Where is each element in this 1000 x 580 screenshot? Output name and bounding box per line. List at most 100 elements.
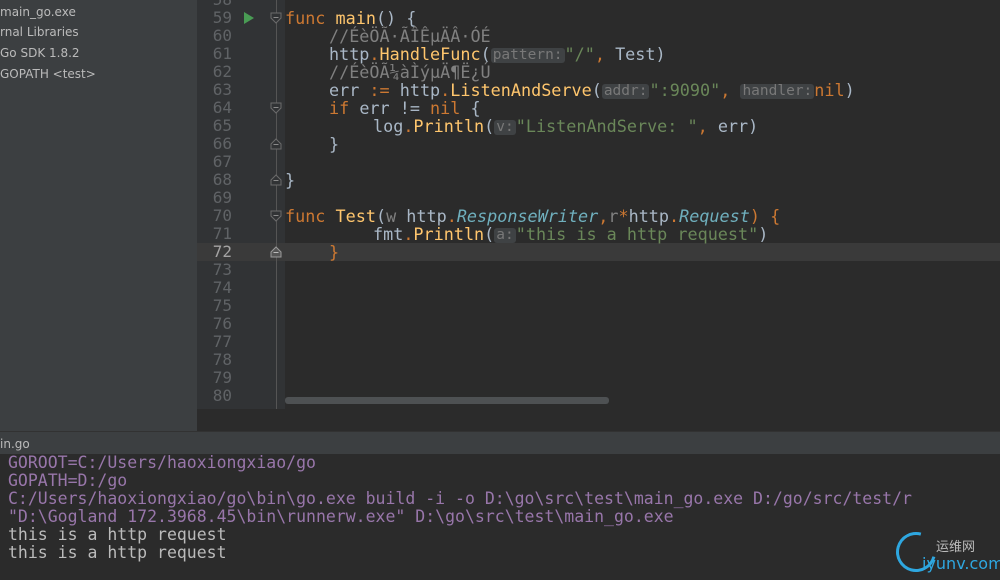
paren: ( [591,80,602,100]
line-number: 69 [212,188,232,207]
line-number: 67 [212,152,232,171]
tree-item-external-libraries[interactable]: rnal Libraries [0,22,79,43]
keyword: nil [814,80,845,100]
package-ref: fmt [373,224,404,244]
code-line-62[interactable]: //ÉèÖÃ¼àÌýµÄ¶Ë¿Ú [329,63,491,81]
fold-open-icon[interactable] [270,210,282,222]
function-name: main [335,8,376,28]
code-line-68[interactable]: } [285,171,295,189]
code-line-65[interactable]: log.Println(v: "ListenAndServe: ", err) [373,117,758,135]
keyword: nil [430,98,461,118]
console-line: C:/Users/haoxiongxiao/go\bin\go.exe buil… [8,489,912,508]
run-console[interactable]: GOROOT=C:/Users/haoxiongxiao/go GOPATH=D… [0,455,1000,580]
line-number: 61 [212,44,232,63]
paren: ) [758,224,769,244]
fold-open-icon[interactable] [270,102,282,114]
line-number: 74 [212,278,232,297]
line-number: 66 [212,134,232,153]
fold-close-icon[interactable] [270,138,282,150]
console-line: GOPATH=D:/go [8,471,128,490]
line-number: 63 [212,80,232,99]
paren: ) [844,80,855,100]
keyword: if [329,98,350,118]
type-name: Request [679,206,750,226]
line-number: 59 [212,8,232,27]
parameter-hint: v: [494,119,516,135]
function-call: HandleFunc [379,44,481,64]
tree-item-main-go-exe[interactable]: main_go.exe [0,2,76,23]
horizontal-scrollbar[interactable] [285,397,609,404]
parameter-unused: r [608,206,619,226]
project-panel: main_go.exe rnal Libraries Go SDK 1.8.2 … [0,0,197,431]
separator: , [594,44,616,64]
run-tab-label[interactable]: in.go [0,437,30,451]
line-number: 64 [212,98,232,117]
line-number: 68 [212,170,232,189]
type-name: ResponseWriter [456,206,599,226]
line-number: 65 [212,116,232,135]
fold-close-icon[interactable] [270,174,282,186]
paren: ( [375,206,387,226]
string-literal: "this is a http request" [515,224,759,244]
dot: . [446,206,457,226]
package-ref: http [628,206,670,226]
code-line-61[interactable]: http.HandleFunc(pattern: "/", Test) [329,45,666,63]
code-line-63[interactable]: err := http.ListenAndServe(addr: ":9090",… [329,81,855,99]
code-line-72[interactable]: } [329,243,339,261]
site-watermark: 运维网 iyunv.com [888,524,1000,580]
line-number: 80 [212,386,232,405]
paren: ) [655,44,666,64]
caret-line-highlight [197,243,1000,261]
line-number: 76 [212,314,232,333]
keyword: func [285,8,326,28]
parameter-hint: pattern: [490,47,565,63]
code-text: } [329,134,340,154]
fold-open-icon[interactable] [270,12,282,24]
code-line-59[interactable]: func main() { [285,9,416,27]
separator: , [697,116,718,136]
code-line-70[interactable]: func Test(w http.ResponseWriter,r*http.R… [285,207,780,225]
line-number: 71 [212,224,232,243]
function-call: ListenAndServe [450,80,592,100]
dot: . [369,44,380,64]
operator: := [359,80,400,100]
package-ref: http [399,80,441,100]
line-number: 75 [212,296,232,315]
operator: * [618,206,629,226]
code-line-60[interactable]: //ÉèÖÃ·ÃÎÊµÄÂ·ÓÉ [329,27,491,45]
line-number: 73 [212,260,232,279]
console-line: GOROOT=C:/Users/haoxiongxiao/go [8,455,316,472]
dot: . [440,80,451,100]
identifier: err [717,116,749,136]
fold-close-icon[interactable] [270,246,282,258]
tree-item-gopath[interactable]: GOPATH <test> [0,64,96,85]
function-name: Test [335,206,376,226]
code-line-64[interactable]: if err != nil { [329,99,481,117]
tree-item-go-sdk[interactable]: Go SDK 1.8.2 [0,43,80,64]
line-number: 60 [212,26,232,45]
keyword: func [285,206,326,226]
dot: . [403,116,414,136]
dot: . [669,206,680,226]
line-number: 79 [212,368,232,387]
identifier: Test [615,44,656,64]
parameter-hint: addr: [601,83,650,99]
code-line-71[interactable]: fmt.Println(a: "this is a http request") [373,225,768,243]
comment: //ÉèÖÃ¼àÌýµÄ¶Ë¿Ú [329,62,491,82]
run-main-icon[interactable] [244,12,254,24]
code-text: } [285,170,296,190]
parameter-unused: w [386,206,397,226]
current-line-number: 72 [212,242,232,261]
code-line-66[interactable]: } [329,135,339,153]
string-literal: "ListenAndServe: " [515,116,698,136]
paren: ( [484,224,495,244]
parameter-hint: a: [494,227,516,243]
package-ref: http [396,206,447,226]
line-number: 62 [212,62,232,81]
line-number: 77 [212,332,232,351]
matched-brace: } [329,242,340,262]
line-number: 78 [212,350,232,369]
identifier: err [329,80,360,100]
function-call: Println [413,116,485,136]
package-ref: log [373,116,404,136]
